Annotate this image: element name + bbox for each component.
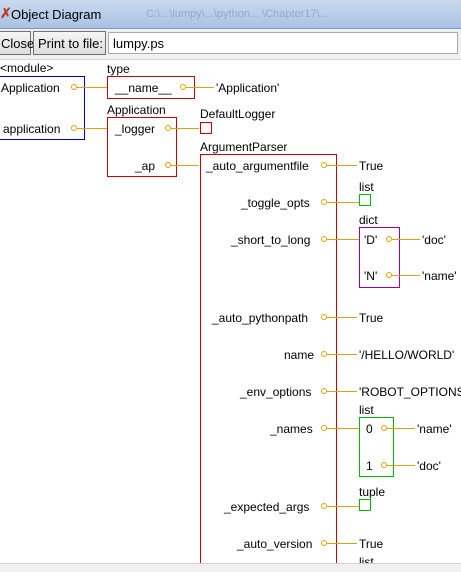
edge xyxy=(327,354,357,355)
module-header: <module> xyxy=(0,61,54,75)
value-name: '/HELLO/WORLD' xyxy=(359,348,455,362)
toggle-list-header: list xyxy=(359,180,374,194)
edge xyxy=(327,317,357,318)
edge xyxy=(392,239,420,240)
attr-auto-argumentfile: _auto_argumentfile xyxy=(206,159,309,173)
edge xyxy=(171,128,199,129)
attr-names: _names xyxy=(270,422,313,436)
app-icon: ✗ xyxy=(0,5,12,21)
type-name-value: 'Application' xyxy=(216,81,280,95)
attr-auto-version: _auto_version xyxy=(237,537,313,551)
dict-header: dict xyxy=(359,213,378,227)
tuple-frame xyxy=(359,499,371,511)
diagram-canvas[interactable]: <module> Application application type __… xyxy=(0,60,461,563)
logger-frame xyxy=(200,122,212,134)
app-attr-ap: _ap xyxy=(135,159,156,173)
edge xyxy=(327,428,359,429)
names-list-header: list xyxy=(359,403,374,417)
toolbar: Close Print to file: xyxy=(0,29,461,60)
tuple-header: tuple xyxy=(359,485,386,499)
module-var-application-class: Application xyxy=(1,81,60,95)
value-auto-pythonpath: True xyxy=(359,311,384,325)
dict-value-name: 'name' xyxy=(422,269,457,283)
value-env-options: 'ROBOT_OPTIONS' xyxy=(359,385,461,399)
value-auto-version: True xyxy=(359,537,384,551)
app-header: Application xyxy=(107,103,166,117)
dict-value-doc: 'doc' xyxy=(422,233,446,247)
edge xyxy=(77,87,108,88)
dict-key-n: 'N' xyxy=(364,269,378,283)
names-index-1: 1 xyxy=(366,459,373,473)
type-attr-name: __name__ xyxy=(115,81,172,95)
edge xyxy=(387,428,415,429)
argparser-header: ArgumentParser xyxy=(200,140,288,154)
attr-short-to-long: _short_to_long xyxy=(231,233,311,247)
names-list-frame xyxy=(359,417,394,477)
print-to-file-button[interactable]: Print to file: xyxy=(33,31,106,55)
edge xyxy=(171,165,199,166)
dict-key-d: 'D' xyxy=(364,233,378,247)
logger-header: DefaultLogger xyxy=(200,107,276,121)
attr-name: name xyxy=(284,348,315,362)
names-value-1: 'doc' xyxy=(417,459,441,473)
edge xyxy=(392,275,420,276)
names-index-0: 0 xyxy=(366,422,373,436)
edge xyxy=(327,506,359,507)
toggle-list-frame xyxy=(359,194,371,206)
names-value-0: 'name' xyxy=(417,422,452,436)
type-header: type xyxy=(107,62,130,76)
edge xyxy=(77,128,108,129)
edge xyxy=(186,87,214,88)
edge xyxy=(327,165,357,166)
window-title: Object Diagram xyxy=(11,7,102,22)
close-button[interactable]: Close xyxy=(0,31,34,55)
attr-auto-pythonpath: _auto_pythonpath xyxy=(212,311,309,325)
window-path-hint: C:\...\lumpy\...\python... \Chapter17\..… xyxy=(146,8,329,20)
edge xyxy=(327,239,359,240)
edge xyxy=(327,543,357,544)
app-attr-logger: _logger xyxy=(115,122,156,136)
edge xyxy=(327,202,359,203)
module-var-application: application xyxy=(3,122,61,136)
edge xyxy=(387,465,415,466)
attr-toggle-opts: _toggle_opts xyxy=(241,196,310,210)
attr-env-options: _env_options xyxy=(240,385,312,399)
filename-input[interactable] xyxy=(108,32,458,54)
last-list-header: list xyxy=(359,555,374,563)
attr-expected-args: _expected_args xyxy=(224,500,310,514)
value-auto-argumentfile: True xyxy=(359,159,384,173)
window-titlebar: ✗ Object Diagram C:\...\lumpy\...\python… xyxy=(0,0,461,29)
edge xyxy=(327,391,357,392)
